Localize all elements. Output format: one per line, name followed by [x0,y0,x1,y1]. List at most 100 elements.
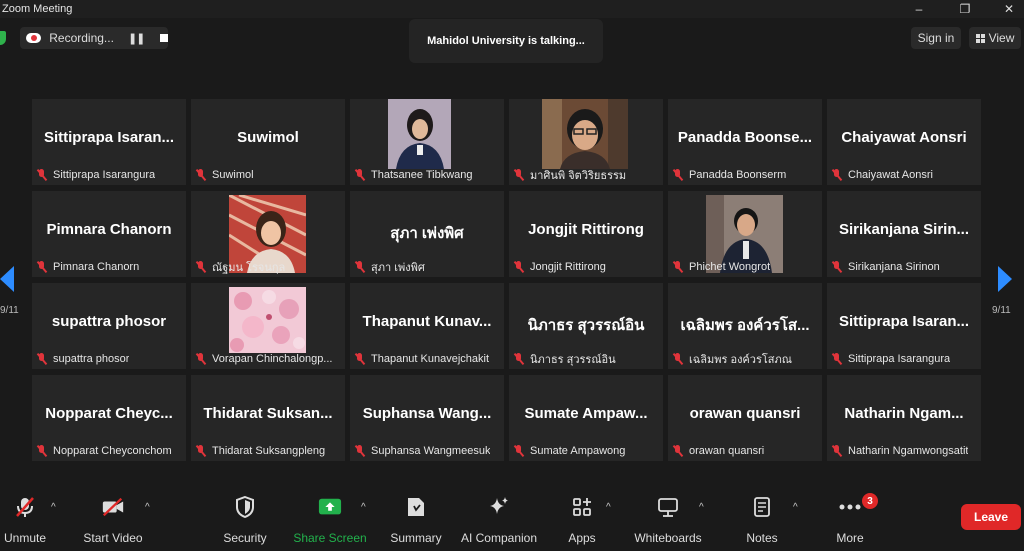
participant-tile[interactable]: นิภาธร สุวรรณ์อิน นิภาธร สุวรรณ์อิน [509,283,663,369]
participant-tile[interactable]: Thapanut Kunav... Thapanut Kunavejchakit [350,283,504,369]
apps-caret-icon[interactable]: ^ [606,502,611,513]
view-button[interactable]: View [969,27,1021,49]
participant-label: Sittiprapa Isarangura [831,352,979,366]
muted-mic-icon [195,261,207,273]
whiteboards-button[interactable]: Whiteboards [632,490,704,551]
participant-tile[interactable]: Thidarat Suksan... Thidarat Suksangpleng [191,375,345,461]
security-label: Security [223,531,267,545]
participant-name: Phichet Wongrot [689,261,771,273]
encryption-shield-icon[interactable] [0,31,6,45]
participant-label: Pimnara Chanorn [36,260,184,274]
previous-page-icon[interactable] [0,266,14,292]
participant-tile[interactable]: Jongjit Rittirong Jongjit Rittirong [509,191,663,277]
participant-name: Natharin Ngamwongsatit [848,445,969,457]
sign-in-button[interactable]: Sign in [911,27,961,49]
participant-display-name: Sittiprapa Isaran... [838,313,970,330]
minimize-icon[interactable]: – [904,0,934,18]
more-dots-icon [838,496,862,518]
participant-display-name: Jongjit Rittirong [528,221,644,238]
apps-button[interactable]: Apps [562,490,602,551]
pause-icon[interactable]: ❚❚ [128,32,145,45]
next-page-icon[interactable] [998,266,1012,292]
summary-button[interactable]: Summary [388,490,444,551]
participant-tile[interactable]: มาศินพิ จิตวิริยธรรม [509,99,663,185]
participant-display-name: Sumate Ampaw... [524,405,648,422]
participant-label: สุภา เพ่งพิศ [354,260,502,274]
participant-tile[interactable]: Natharin Ngam... Natharin Ngamwongsatit [827,375,981,461]
participant-name: Thidarat Suksangpleng [212,445,326,457]
participant-tile[interactable]: Sittiprapa Isaran... Sittiprapa Isarangu… [32,99,186,185]
muted-mic-icon [672,169,684,181]
participant-name: นิภาธร สุวรรณ์อิน [530,354,616,366]
start-video-label: Start Video [83,531,143,545]
participant-label: Thatsanee Tibkwang [354,168,502,182]
participant-tile[interactable]: เฉลิมพร องค์วรโส... เฉลิมพร องค์วรโสภณ [668,283,822,369]
close-icon[interactable]: ✕ [994,0,1024,18]
recording-indicator[interactable]: Recording... ❚❚ [20,27,168,49]
apps-label: Apps [568,531,596,545]
participant-name: Vorapan Chinchalongp... [212,353,333,365]
participant-label: Phichet Wongrot [672,260,820,274]
participant-name: Jongjit Rittirong [530,261,606,273]
participant-tile[interactable]: Suwimol Suwimol [191,99,345,185]
participant-tile[interactable]: Panadda Boonse... Panadda Boonserm [668,99,822,185]
participant-label: เฉลิมพร องค์วรโสภณ [672,352,820,366]
muted-mic-icon [36,353,48,365]
audio-options-caret-icon[interactable]: ^ [51,502,56,513]
participant-tile[interactable]: supattra phosor supattra phosor [32,283,186,369]
security-button[interactable]: Security [220,490,270,551]
page-indicator-right: 9/11 [992,305,1011,316]
active-speaker-text: Mahidol University is talking... [427,35,585,47]
share-screen-icon [318,496,342,518]
participant-name: Thapanut Kunavejchakit [371,353,490,365]
ai-companion-button[interactable]: AI Companion [460,490,538,551]
participant-tile[interactable]: Phichet Wongrot [668,191,822,277]
participant-tile[interactable]: Chaiyawat Aonsri Chaiyawat Aonsri [827,99,981,185]
participant-tile[interactable]: Sittiprapa Isaran... Sittiprapa Isarangu… [827,283,981,369]
participant-tile[interactable]: ณัฐมน โรจนกุล [191,191,345,277]
restore-icon[interactable]: ❐ [950,0,980,18]
participant-tile[interactable]: Thatsanee Tibkwang [350,99,504,185]
participant-tile[interactable]: Vorapan Chinchalongp... [191,283,345,369]
participant-name: ณัฐมน โรจนกุล [212,262,286,274]
participant-name: Sittiprapa Isarangura [848,353,951,365]
participant-name: มาศินพิ จิตวิริยธรรม [530,170,627,182]
notes-icon [750,496,774,518]
notes-caret-icon[interactable]: ^ [793,502,798,513]
participant-tile[interactable]: Nopparat Cheyc... Nopparat Cheyconchom [32,375,186,461]
participant-tile[interactable]: Sirikanjana Sirin... Sirikanjana Sirinon [827,191,981,277]
participant-photo [542,99,628,169]
participant-name: Sumate Ampawong [530,445,626,457]
participant-label: Suwimol [195,168,343,182]
muted-mic-icon [354,353,366,365]
muted-mic-icon [195,169,207,181]
muted-mic-icon [354,169,366,181]
participant-name: Suphansa Wangmeesuk [371,445,491,457]
participant-label: Thapanut Kunavejchakit [354,352,502,366]
share-options-caret-icon[interactable]: ^ [361,502,366,513]
leave-button[interactable]: Leave [961,504,1021,530]
share-screen-button[interactable]: Share Screen [293,490,367,551]
video-options-caret-icon[interactable]: ^ [145,502,150,513]
participant-name: Panadda Boonserm [689,169,787,181]
participant-label: orawan quansri [672,444,820,458]
stop-icon[interactable] [160,34,168,42]
participant-tile[interactable]: Pimnara Chanorn Pimnara Chanorn [32,191,186,277]
participant-tile[interactable]: สุภา เพ่งพิศ สุภา เพ่งพิศ [350,191,504,277]
muted-mic-icon [831,261,843,273]
participant-display-name: Pimnara Chanorn [46,221,172,238]
start-video-button[interactable]: Start Video [80,490,146,551]
muted-mic-icon [36,169,48,181]
participant-tile[interactable]: Sumate Ampaw... Sumate Ampawong [509,375,663,461]
participant-photo [229,287,306,353]
whiteboards-caret-icon[interactable]: ^ [699,502,704,513]
participant-name: Suwimol [212,169,254,181]
notes-button[interactable]: Notes [744,490,780,551]
muted-microphone-icon [13,496,37,518]
participant-tile[interactable]: Suphansa Wang... Suphansa Wangmeesuk [350,375,504,461]
unmute-button[interactable]: Unmute [0,490,50,551]
video-off-icon [101,496,125,518]
muted-mic-icon [36,445,48,457]
participant-tile[interactable]: orawan quansri orawan quansri [668,375,822,461]
unmute-label: Unmute [3,531,47,545]
